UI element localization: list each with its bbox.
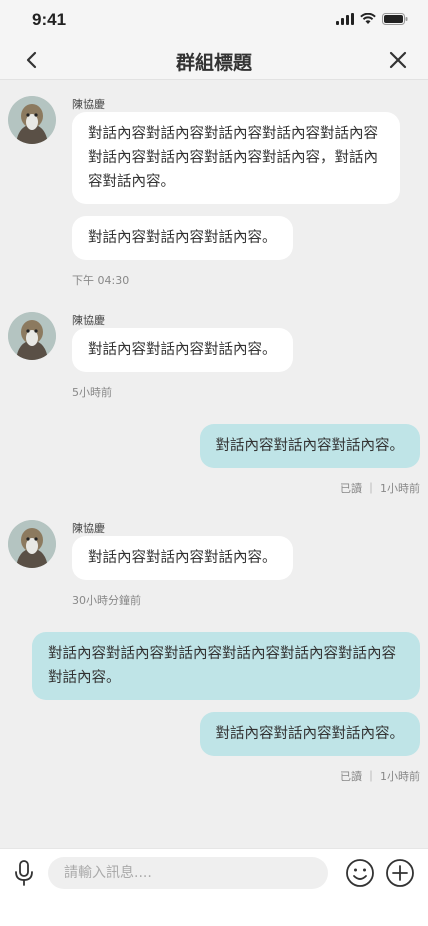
outgoing-message-bubble[interactable]: 對話內容對話內容對話內容。 [199,712,420,756]
avatar[interactable] [8,520,56,568]
incoming-message-bubble[interactable]: 對話內容對話內容對話內容。 [72,328,293,372]
wifi-icon [360,13,376,24]
mic-icon[interactable] [12,859,36,887]
signal-icon [336,13,354,25]
composer-bar [0,848,428,896]
home-indicator-area [0,896,428,926]
message-timestamp: 下午 04:30 [72,274,130,287]
battery-icon [382,13,408,25]
avatar[interactable] [8,96,56,144]
incoming-message-bubble[interactable]: 對話內容對話內容對話內容對話內容對話內容對話內容對話內容對話內容對話內容，對話內… [72,112,400,204]
avatar-image [8,520,56,568]
avatar[interactable] [8,312,56,360]
avatar-image [8,96,56,144]
chat-title: 群組標題 [175,52,252,74]
incoming-message-bubble[interactable]: 對話內容對話內容對話內容。 [72,536,293,580]
outgoing-message-bubble[interactable]: 對話內容對話內容對話內容。 [199,424,420,468]
incoming-message-bubble[interactable]: 對話內容對話內容對話內容。 [72,216,293,260]
read-receipt: 已讀 ｜ 1小時前 [340,770,420,783]
close-icon[interactable] [386,48,410,72]
read-receipt: 已讀 ｜ 1小時前 [340,482,420,495]
sender-name: 陳協慶 [72,522,105,535]
avatar-image [8,312,56,360]
message-timestamp: 30小時分鐘前 [72,594,141,607]
status-bar: 9:41 [0,0,428,40]
navigation-bar: 群組標題 [0,40,428,80]
message-list[interactable]: 陳協慶 對話內容對話內容對話內容對話內容對話內容對話內容對話內容對話內容對話內容… [0,80,428,848]
sender-name: 陳協慶 [72,98,105,111]
sender-name: 陳協慶 [72,314,105,327]
emoji-icon[interactable] [344,857,376,889]
message-input[interactable] [48,857,328,889]
status-icons [336,13,408,25]
plus-icon[interactable] [384,857,416,889]
outgoing-message-bubble[interactable]: 對話內容對話內容對話內容對話內容對話內容對話內容對話內容。 [32,632,420,700]
message-timestamp: 5小時前 [72,386,112,399]
status-time: 9:41 [32,10,67,29]
